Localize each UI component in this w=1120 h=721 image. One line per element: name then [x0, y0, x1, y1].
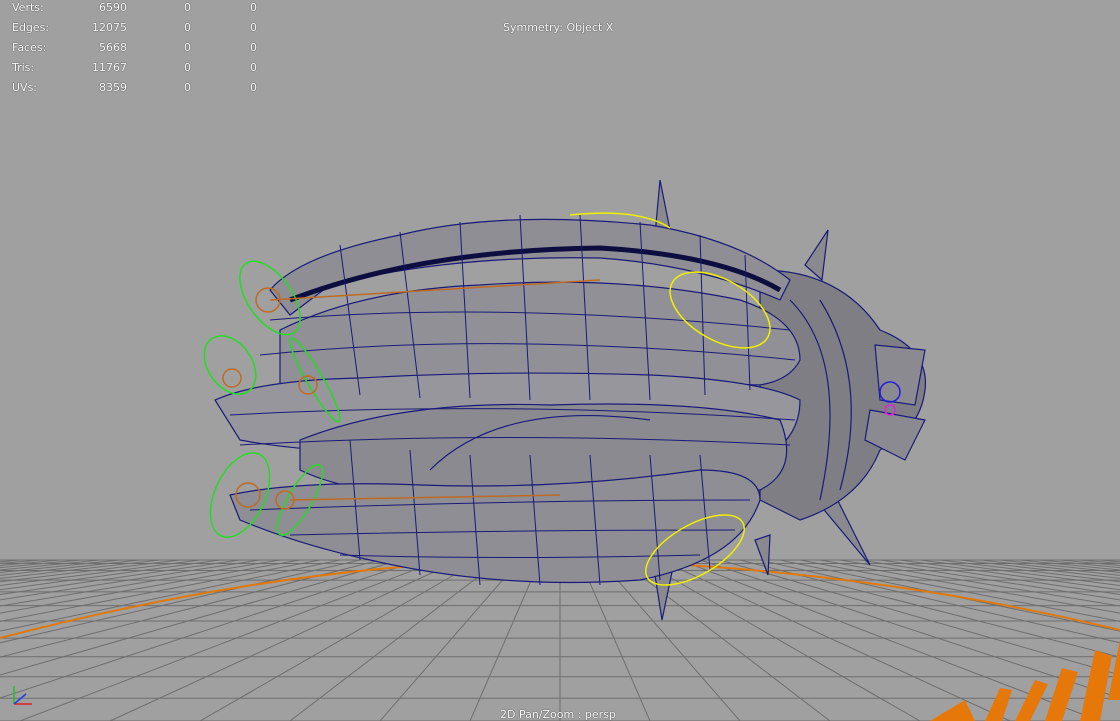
spike-lower: [754, 534, 771, 576]
hud-total: 8359: [99, 81, 127, 94]
hud-row-edges: Edges: 12075 0 0: [0, 21, 270, 37]
hud-row-verts: Verts: 6590 0 0: [0, 1, 270, 17]
hud-total: 12075: [92, 21, 127, 34]
hud-row-faces: Faces: 5668 0 0: [0, 41, 270, 57]
hud-total: 6590: [99, 1, 127, 14]
hud-row-tris: Tris: 11767 0 0: [0, 61, 270, 77]
hud-total: 11767: [92, 61, 127, 74]
orange-floor-text: [930, 640, 1120, 721]
symmetry-status: Symmetry: Object X: [503, 21, 614, 34]
3d-viewport[interactable]: [0, 0, 1120, 721]
hud-total: 5668: [99, 41, 127, 54]
hud-selected: 0: [184, 61, 191, 74]
creature-model[interactable]: [214, 179, 927, 621]
hud-component: 0: [250, 41, 257, 54]
hud-label: Faces:: [12, 41, 47, 54]
hud-component: 0: [250, 61, 257, 74]
camera-label: 2D Pan/Zoom : persp: [500, 708, 616, 721]
hud-component: 0: [250, 81, 257, 94]
hud-label: Edges:: [12, 21, 50, 34]
hud-label: UVs:: [12, 81, 38, 94]
spike-bottom: [654, 571, 673, 621]
hud-selected: 0: [184, 1, 191, 14]
hud-component: 0: [250, 1, 257, 14]
hud-selected: 0: [184, 81, 191, 94]
hud-row-uvs: UVs: 8359 0 0: [0, 81, 270, 97]
hud-component: 0: [250, 21, 257, 34]
xyz-axis-icon: [13, 686, 32, 705]
hud-selected: 0: [184, 21, 191, 34]
hud-label: Tris:: [12, 61, 35, 74]
hud-label: Verts:: [12, 1, 44, 14]
spike-top-right: [804, 229, 829, 282]
ground-grid: [0, 559, 1120, 721]
viewport-canvas[interactable]: [0, 0, 1120, 721]
hud-selected: 0: [184, 41, 191, 54]
